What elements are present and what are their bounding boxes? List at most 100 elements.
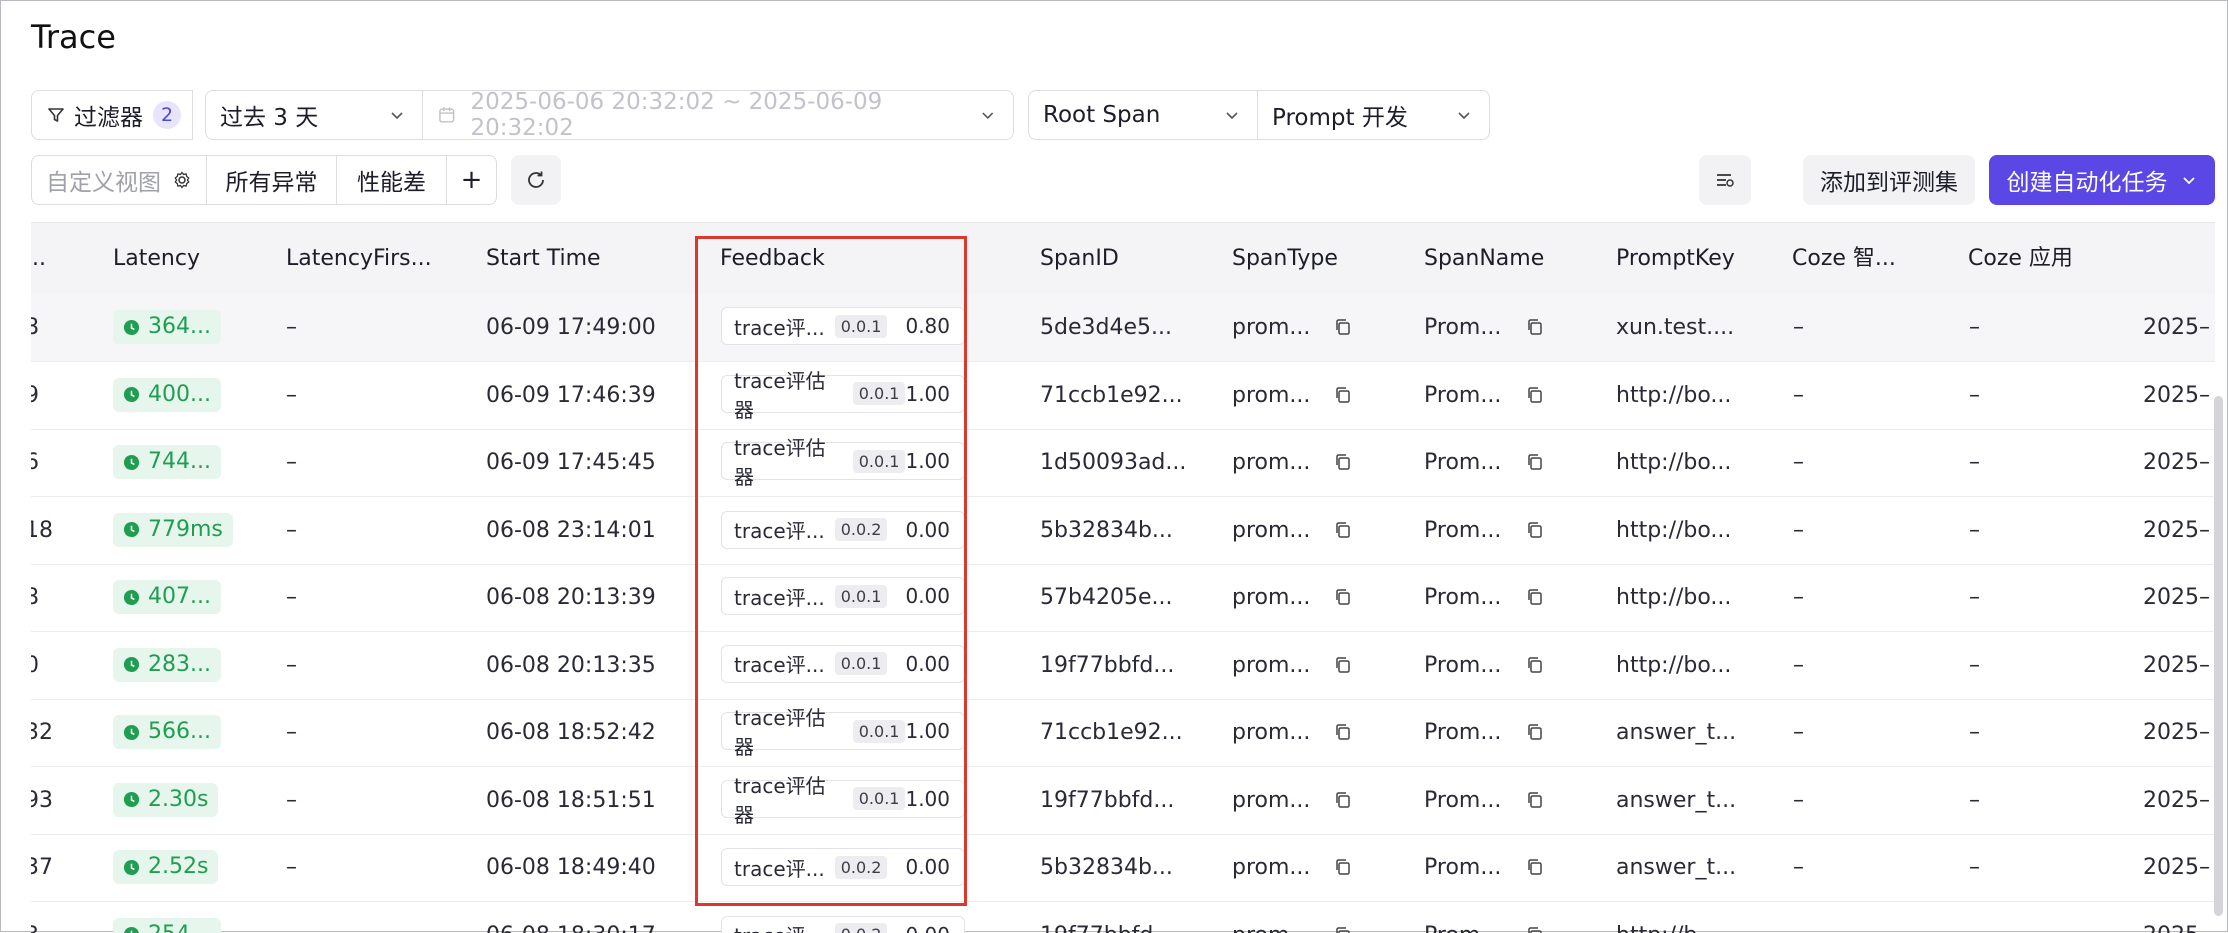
coze-bot-cell: – bbox=[1793, 767, 1804, 834]
column-header[interactable]: PromptKey bbox=[1616, 223, 1735, 295]
copy-icon[interactable] bbox=[1525, 385, 1545, 405]
copy-icon[interactable] bbox=[1333, 587, 1353, 607]
span-name-cell: Prom... bbox=[1424, 362, 1501, 429]
start-time-cell: 06-09 17:45:45 bbox=[486, 429, 656, 496]
table-row[interactable]: 0283...–06-08 20:13:35trace评...0.0.10.00… bbox=[31, 632, 2215, 700]
span-name-cell: Prom... bbox=[1424, 632, 1501, 699]
column-header[interactable]: Coze 应用 bbox=[1968, 223, 2073, 295]
add-view-button[interactable]: + bbox=[447, 155, 497, 205]
chevron-down-icon bbox=[2180, 171, 2198, 189]
coze-bot-cell: – bbox=[1793, 699, 1804, 766]
table-row[interactable]: 8364...–06-09 17:49:00trace评...0.0.10.80… bbox=[31, 294, 2215, 362]
column-header[interactable]: Coze 智... bbox=[1792, 223, 1896, 295]
view-tab-all-errors[interactable]: 所有异常 bbox=[207, 155, 337, 205]
copy-icon[interactable] bbox=[1333, 857, 1353, 877]
feedback-evaluator-name: trace评... bbox=[734, 920, 825, 933]
feedback-tag[interactable]: trace评估器0.0.11.00 bbox=[721, 375, 965, 413]
copy-icon[interactable] bbox=[1525, 317, 1545, 337]
table-row[interactable]: 18779ms–06-08 23:14:01trace评...0.0.20.00… bbox=[31, 497, 2215, 565]
created-time-cell: 2025– bbox=[2143, 564, 2210, 631]
span-type-cell: prom... bbox=[1232, 834, 1310, 901]
latency-first-cell: – bbox=[286, 429, 297, 496]
refresh-button[interactable] bbox=[511, 155, 561, 205]
span-name-cell: Prom... bbox=[1424, 834, 1501, 901]
column-header[interactable]: Start Time bbox=[486, 223, 601, 295]
table-row[interactable]: 3254...–06-08 18:30:17trace评...0.0.20.00… bbox=[31, 902, 2215, 933]
copy-icon[interactable] bbox=[1525, 520, 1545, 540]
copy-icon[interactable] bbox=[1525, 790, 1545, 810]
copy-icon[interactable] bbox=[1333, 385, 1353, 405]
table-row[interactable]: 9400...–06-09 17:46:39trace评估器0.0.11.007… bbox=[31, 362, 2215, 430]
coze-app-cell: – bbox=[1969, 834, 1980, 901]
copy-icon[interactable] bbox=[1333, 520, 1353, 540]
view-tab-slow[interactable]: 性能差 bbox=[337, 155, 447, 205]
column-header[interactable]: SpanType bbox=[1232, 223, 1338, 295]
span-type-cell: prom... bbox=[1232, 497, 1310, 564]
start-time-cell: 06-08 18:49:40 bbox=[486, 834, 656, 901]
feedback-tag[interactable]: trace评估器0.0.11.00 bbox=[721, 780, 965, 818]
view-tab-label: 所有异常 bbox=[226, 163, 318, 197]
feedback-evaluator-name: trace评估器 bbox=[734, 702, 843, 760]
platform-select[interactable]: Prompt 开发 bbox=[1258, 90, 1490, 140]
add-to-eval-set-button[interactable]: 添加到评测集 bbox=[1803, 155, 1975, 205]
feedback-tag[interactable]: trace评...0.0.10.00 bbox=[721, 645, 965, 683]
coze-bot-cell: – bbox=[1793, 564, 1804, 631]
prompt-key-cell: http://bo... bbox=[1616, 564, 1731, 631]
column-header[interactable]: SpanID bbox=[1040, 223, 1119, 295]
start-time-cell: 06-08 18:52:42 bbox=[486, 699, 656, 766]
feedback-version: 0.0.1 bbox=[853, 720, 906, 743]
latency-tag: 254... bbox=[113, 918, 221, 933]
copy-icon[interactable] bbox=[1333, 317, 1353, 337]
column-header[interactable]: LatencyFirs... bbox=[286, 223, 432, 295]
prompt-key-cell: answer_t... bbox=[1616, 834, 1736, 901]
copy-icon[interactable] bbox=[1525, 655, 1545, 675]
feedback-tag[interactable]: trace评估器0.0.11.00 bbox=[721, 442, 965, 480]
copy-icon[interactable] bbox=[1333, 655, 1353, 675]
feedback-score: 1.00 bbox=[905, 787, 950, 811]
column-header[interactable]: Feedback bbox=[720, 223, 825, 295]
span-id-cell: 5b32834b... bbox=[1040, 834, 1173, 901]
vertical-scrollbar[interactable] bbox=[2214, 396, 2223, 916]
copy-icon[interactable] bbox=[1525, 452, 1545, 472]
feedback-tag[interactable]: trace评...0.0.10.00 bbox=[721, 577, 965, 615]
copy-icon[interactable] bbox=[1333, 452, 1353, 472]
column-header[interactable]: Latency bbox=[113, 223, 200, 295]
latency-value: 779ms bbox=[148, 513, 223, 547]
table-row[interactable]: 932.30s–06-08 18:51:51trace评估器0.0.11.001… bbox=[31, 767, 2215, 835]
custom-view-input[interactable]: 自定义视图 bbox=[31, 155, 207, 205]
clock-icon bbox=[123, 656, 140, 673]
column-settings-button[interactable] bbox=[1699, 155, 1751, 205]
created-time-cell: 2025– bbox=[2143, 294, 2210, 361]
time-range-select[interactable]: 过去 3 天 bbox=[205, 90, 423, 140]
feedback-tag[interactable]: trace评...0.0.20.00 bbox=[721, 511, 965, 549]
feedback-tag[interactable]: trace评...0.0.20.00 bbox=[721, 916, 965, 933]
table-row[interactable]: 32566...–06-08 18:52:42trace评估器0.0.11.00… bbox=[31, 699, 2215, 767]
table-row[interactable]: 372.52s–06-08 18:49:40trace评...0.0.20.00… bbox=[31, 834, 2215, 902]
start-time-cell: 06-09 17:46:39 bbox=[486, 362, 656, 429]
copy-icon[interactable] bbox=[1525, 722, 1545, 742]
feedback-tag[interactable]: trace评估器0.0.11.00 bbox=[721, 712, 965, 750]
copy-icon[interactable] bbox=[1333, 722, 1353, 742]
column-header[interactable]: SpanName bbox=[1424, 223, 1544, 295]
filter-button[interactable]: 过滤器 2 bbox=[31, 90, 193, 140]
prompt-key-cell: http://bo... bbox=[1616, 497, 1731, 564]
table-row[interactable]: 8407...–06-08 20:13:39trace评...0.0.10.00… bbox=[31, 564, 2215, 632]
feedback-tag[interactable]: trace评...0.0.10.80 bbox=[721, 307, 965, 345]
start-time-cell: 06-08 20:13:39 bbox=[486, 564, 656, 631]
table-row[interactable]: 6744...–06-09 17:45:45trace评估器0.0.11.001… bbox=[31, 429, 2215, 497]
start-time-cell: 06-08 18:51:51 bbox=[486, 767, 656, 834]
date-range-picker[interactable]: 2025-06-06 20:32:02 ~ 2025-06-09 20:32:0… bbox=[423, 90, 1014, 140]
span-id-cell: 1d50093ad... bbox=[1040, 429, 1186, 496]
create-task-button[interactable]: 创建自动化任务 bbox=[1989, 155, 2215, 205]
span-type-value: Root Span bbox=[1043, 102, 1160, 128]
feedback-tag[interactable]: trace评...0.0.20.00 bbox=[721, 848, 965, 886]
created-time-cell: 2025– bbox=[2143, 834, 2210, 901]
latency-tag: 2.52s bbox=[113, 850, 218, 884]
copy-icon[interactable] bbox=[1333, 790, 1353, 810]
span-type-select[interactable]: Root Span bbox=[1028, 90, 1258, 140]
span-type-cell: prom... bbox=[1232, 699, 1310, 766]
gear-icon[interactable] bbox=[172, 170, 192, 190]
copy-icon[interactable] bbox=[1525, 857, 1545, 877]
clock-icon bbox=[123, 859, 140, 876]
copy-icon[interactable] bbox=[1525, 587, 1545, 607]
